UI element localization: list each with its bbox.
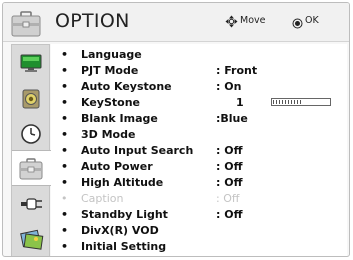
menu-item-label: DivX(R) VOD [81, 224, 159, 237]
menu-item-high-altitude[interactable]: • High Altitude : Off [51, 176, 347, 190]
ok-button-icon [292, 14, 303, 33]
monitor-icon [20, 54, 42, 72]
menu-item-language[interactable]: • Language [51, 48, 347, 62]
menu-item-label: High Altitude [81, 176, 164, 189]
menu-item-value: : Off [216, 144, 243, 157]
menu-item-label: Auto Keystone [81, 80, 172, 93]
clock-icon [21, 124, 41, 144]
keystone-slider-fill [273, 100, 301, 104]
menu-item-value: : On [216, 80, 242, 93]
menu-item-auto-input-search[interactable]: • Auto Input Search : Off [51, 144, 347, 158]
menu-item-label: Caption [81, 192, 124, 205]
category-sidebar [11, 44, 51, 256]
menu-item-auto-power[interactable]: • Auto Power : Off [51, 160, 347, 174]
sidebar-item-option[interactable] [12, 150, 51, 186]
menu-item-pjt-mode[interactable]: • PJT Mode : Front [51, 64, 347, 78]
briefcase-icon [11, 11, 41, 41]
menu-item-value: : Off [216, 192, 240, 205]
sidebar-item-time[interactable] [12, 119, 49, 148]
menu-item-blank-image[interactable]: • Blank Image :Blue [51, 112, 347, 126]
menu-item-label: Auto Power [81, 160, 153, 173]
menu-item-value: :Blue [216, 112, 248, 125]
menu-item-label: PJT Mode [81, 64, 139, 77]
keystone-value: 1 [236, 96, 244, 109]
menu-item-initial-setting[interactable]: • Initial Setting [51, 240, 347, 254]
option-menu: • Language • PJT Mode : Front • Auto Key… [51, 44, 347, 256]
menu-item-label: Initial Setting [81, 240, 167, 253]
menu-item-value: : Front [216, 64, 258, 77]
option-window: OPTION Move OK • Language • PJT Mode: F… [2, 2, 350, 257]
move-arrows-icon [225, 13, 238, 32]
move-hint: Move [240, 15, 266, 26]
ok-hint: OK [305, 15, 319, 26]
menu-item-value: : Off [216, 208, 243, 221]
menu-item-caption: • Caption : Off [61, 192, 240, 205]
header: OPTION Move OK [3, 3, 349, 42]
sidebar-item-audio[interactable] [12, 84, 49, 113]
sidebar-item-media[interactable] [12, 225, 49, 254]
menu-item-standby-light[interactable]: • Standby Light : Off [51, 208, 347, 222]
plug-icon [21, 198, 42, 210]
page-title: OPTION [55, 10, 130, 32]
speaker-icon [22, 89, 40, 109]
menu-item-auto-keystone[interactable]: • Auto Keystone : On [51, 80, 347, 94]
briefcase-icon [19, 158, 43, 180]
sidebar-item-picture[interactable] [12, 49, 49, 78]
menu-item-label: Blank Image [81, 112, 158, 125]
media-icon [20, 229, 44, 250]
menu-item-value: : Off [216, 176, 243, 189]
keystone-slider[interactable] [271, 98, 331, 106]
menu-item-3d-mode[interactable]: • 3D Mode [51, 128, 347, 142]
menu-item-divx-vod[interactable]: • DivX(R) VOD [51, 224, 347, 238]
menu-item-label: Standby Light [81, 208, 168, 221]
menu-item-label: KeyStone [81, 96, 140, 109]
sidebar-item-input[interactable] [12, 190, 49, 219]
menu-item-label: Language [81, 48, 142, 61]
menu-item-label: 3D Mode [81, 128, 136, 141]
menu-item-value: : Off [216, 160, 243, 173]
menu-item-label: Auto Input Search [81, 144, 194, 157]
menu-item-keystone[interactable]: • KeyStone 1 [51, 96, 347, 110]
